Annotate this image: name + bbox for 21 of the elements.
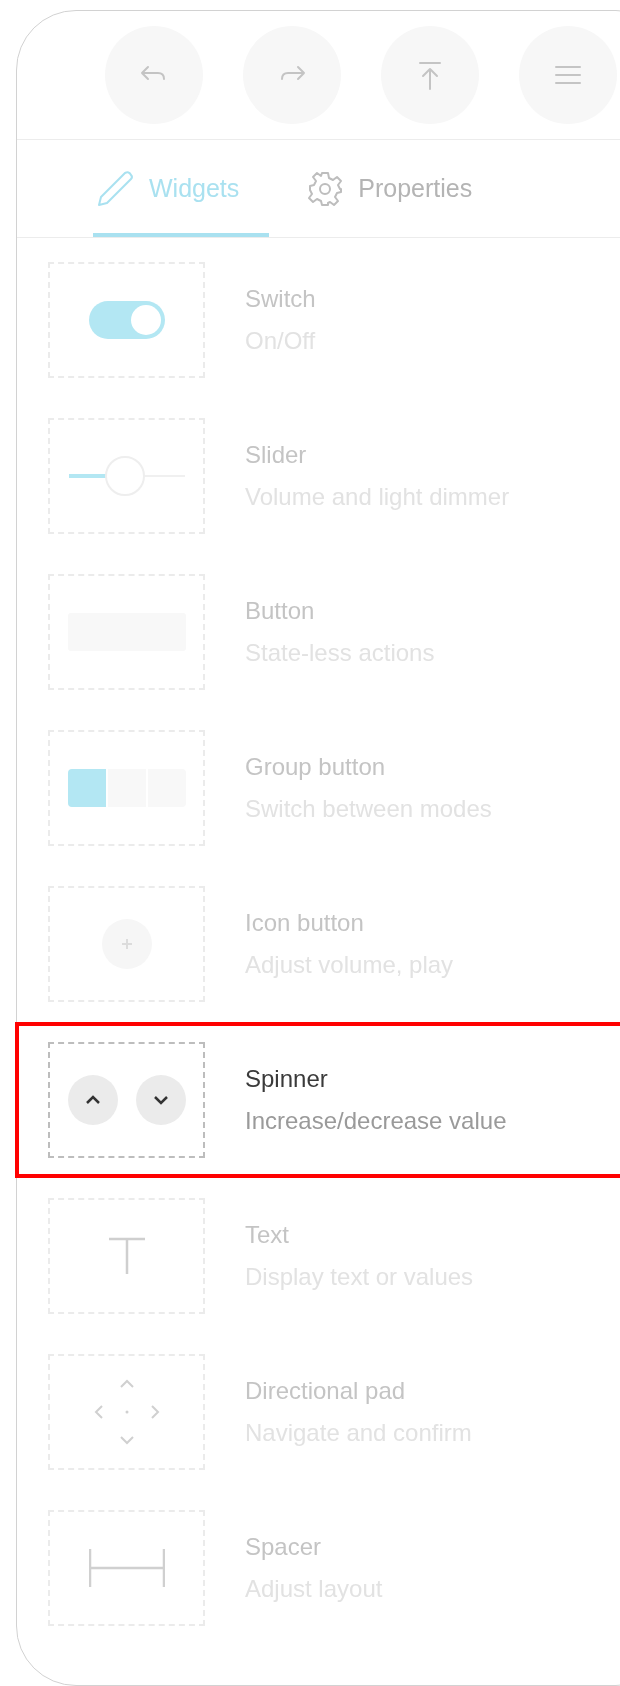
widget-title: Icon button [245, 909, 365, 937]
tab[interactable]: Widgets [93, 145, 270, 237]
widget-title: Slider [245, 441, 308, 469]
letter-t-icon [107, 1237, 146, 1275]
pencil-icon [95, 169, 135, 209]
widget-title: Spacer [245, 1533, 323, 1561]
chevron-up-button-preview [66, 1074, 119, 1126]
gear-icon [306, 170, 345, 208]
directional-arrows-icon [93, 1379, 160, 1445]
widget-list-item[interactable]: Spinner Increase/decrease value [15, 1022, 620, 1178]
widget-title: Spinner [245, 1065, 329, 1093]
widget-description: Increase/decrease value [245, 1107, 507, 1135]
widget-title: Switch [245, 285, 316, 313]
spacer-icon [88, 1549, 165, 1587]
widget-title: Text [245, 1221, 290, 1249]
widget-title: Button [245, 597, 316, 625]
chevron-down-button-preview [134, 1074, 187, 1126]
tab[interactable]: Properties [304, 145, 475, 237]
widget-title: Group button [245, 753, 387, 781]
plus-button-preview [100, 918, 153, 970]
widget-title: Directional pad [245, 1377, 407, 1405]
